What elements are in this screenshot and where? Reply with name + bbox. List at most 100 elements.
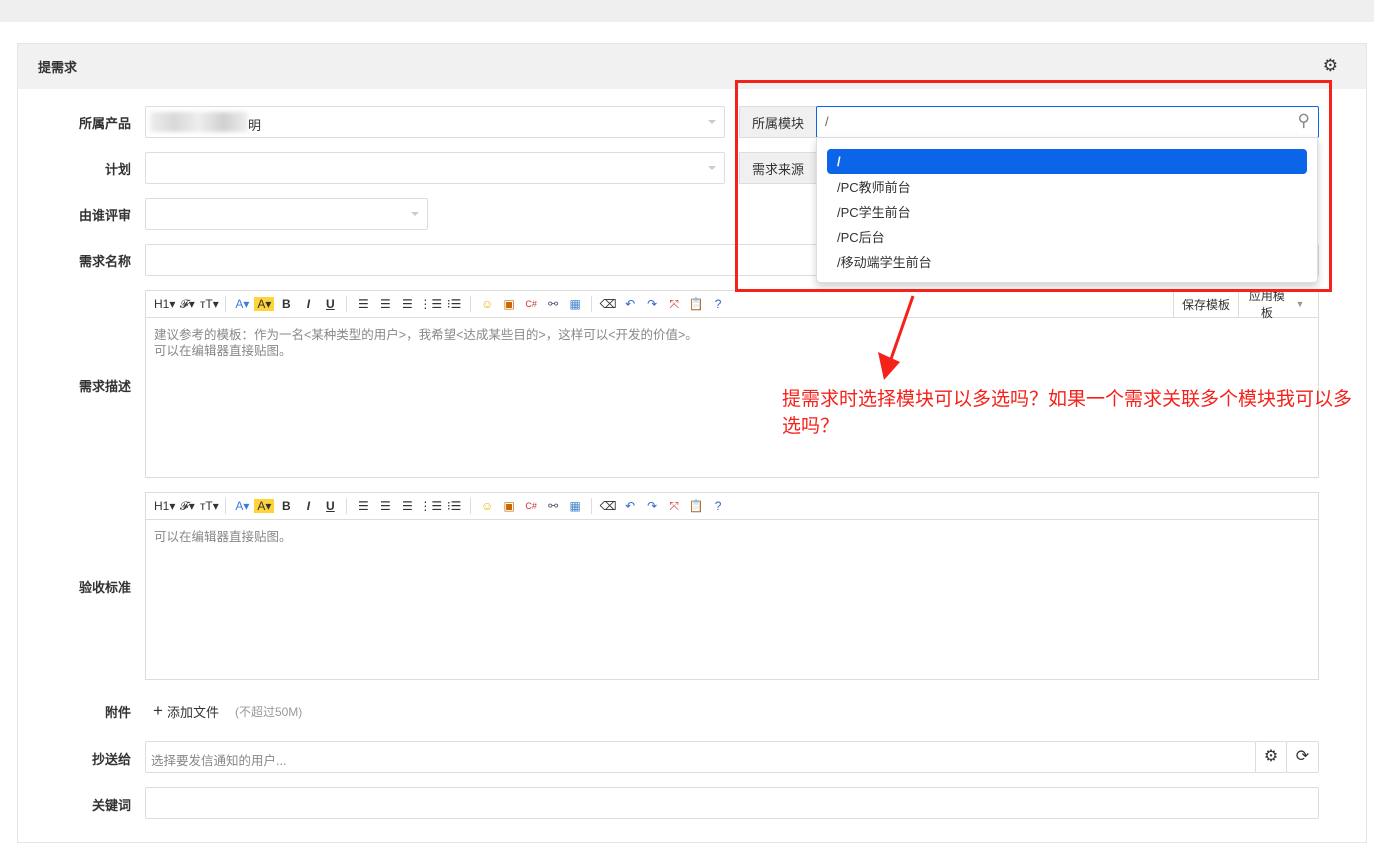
underline-button[interactable]: U bbox=[320, 297, 340, 311]
font-color-button[interactable]: A▾ bbox=[232, 499, 252, 513]
cc-user-input[interactable]: 选择要发信通知的用户... bbox=[145, 741, 1256, 773]
source-label: 需求来源 bbox=[739, 152, 817, 184]
ordered-list-icon[interactable]: ⋮☰ bbox=[419, 297, 442, 311]
fullscreen-icon[interactable]: ⤧ bbox=[664, 297, 684, 312]
eraser-icon[interactable]: ⌫ bbox=[598, 499, 618, 513]
module-option[interactable]: /PC后台 bbox=[827, 224, 1307, 249]
module-option[interactable]: /PC学生前台 bbox=[827, 199, 1307, 224]
link-icon[interactable]: ⚯ bbox=[543, 499, 563, 513]
save-template-button[interactable]: 保存模板 bbox=[1172, 291, 1238, 317]
emoji-icon[interactable]: ☺ bbox=[477, 499, 497, 513]
undo-icon[interactable]: ↶ bbox=[620, 297, 640, 311]
italic-button[interactable]: I bbox=[298, 297, 318, 311]
add-file-button[interactable]: + 添加文件 (不超过50M) bbox=[153, 701, 302, 721]
apply-template-label: 应用模板 bbox=[1248, 289, 1285, 320]
chevron-down-icon bbox=[411, 212, 419, 216]
underline-button[interactable]: U bbox=[320, 499, 340, 513]
redo-icon[interactable]: ↷ bbox=[642, 297, 662, 311]
table-icon[interactable]: ▦ bbox=[565, 297, 585, 311]
desc-label: 需求描述 bbox=[78, 379, 131, 394]
module-dropdown: / /PC教师前台 /PC学生前台 /PC后台 /移动端学生前台 bbox=[816, 137, 1318, 283]
link-icon[interactable]: ⚯ bbox=[543, 297, 563, 311]
unordered-list-icon[interactable]: ⁝☰ bbox=[444, 499, 464, 513]
module-search-input[interactable]: / ⚲ bbox=[816, 106, 1319, 138]
gear-icon[interactable]: ⚙ bbox=[1323, 56, 1338, 76]
verify-editor[interactable]: H1▾ 𝓕▾ тT▾ A▾ A▾ B I U ☰ ☰ ☰ ⋮☰ ⁝☰ ☺ ▣ C# ⚯ ▦ ⌫ ↶… bbox=[145, 492, 1319, 680]
redo-icon[interactable]: ↷ bbox=[642, 499, 662, 513]
chevron-down-icon bbox=[708, 120, 716, 124]
highlight-button[interactable]: A▾ bbox=[254, 499, 275, 513]
undo-icon[interactable]: ↶ bbox=[620, 499, 640, 513]
ordered-list-icon[interactable]: ⋮☰ bbox=[419, 499, 442, 513]
attach-label: 附件 bbox=[104, 705, 131, 720]
module-option[interactable]: /移动端学生前台 bbox=[827, 249, 1307, 274]
product-label: 所属产品 bbox=[78, 116, 131, 131]
eraser-icon[interactable]: ⌫ bbox=[598, 297, 618, 311]
name-label: 需求名称 bbox=[78, 254, 131, 269]
blurred-value bbox=[150, 112, 248, 132]
align-center-icon[interactable]: ☰ bbox=[375, 499, 395, 513]
keywords-input[interactable] bbox=[145, 787, 1319, 819]
annotation-arrow bbox=[878, 295, 915, 380]
module-option[interactable]: /PC教师前台 bbox=[827, 174, 1307, 199]
desc-placeholder: 建议参考的模板：作为一名<某种类型的用户>，我希望<达成某些目的>，这样可以<开… bbox=[154, 328, 698, 342]
desc-placeholder-2: 可以在编辑器直接贴图。 bbox=[154, 344, 292, 358]
apply-template-button[interactable]: 应用模板 ▼ bbox=[1238, 289, 1318, 320]
align-right-icon[interactable]: ☰ bbox=[397, 499, 417, 513]
font-button[interactable]: 𝓕▾ bbox=[177, 499, 197, 514]
unordered-list-icon[interactable]: ⁝☰ bbox=[444, 297, 464, 311]
align-left-icon[interactable]: ☰ bbox=[353, 499, 373, 513]
annotation-text: 提需求时选择模块可以多选吗？如果一个需求关联多个模块我可以多选吗？ bbox=[782, 389, 1353, 437]
editor-toolbar: H1▾ 𝓕▾ тT▾ A▾ A▾ B I U ☰ ☰ ☰ ⋮☰ ⁝☰ ☺ ▣ C# ⚯ ▦ ⌫ ↶… bbox=[146, 289, 1318, 320]
module-label: 所属模块 bbox=[739, 106, 817, 138]
verify-placeholder: 可以在编辑器直接贴图。 bbox=[154, 530, 292, 544]
help-icon[interactable]: ? bbox=[708, 297, 728, 311]
plan-select[interactable] bbox=[145, 152, 725, 184]
page-title: 提需求 bbox=[18, 44, 1366, 89]
align-center-icon[interactable]: ☰ bbox=[375, 297, 395, 311]
help-icon[interactable]: ? bbox=[708, 499, 728, 513]
bold-button[interactable]: B bbox=[276, 297, 296, 311]
paste-icon[interactable]: 📋 bbox=[686, 499, 706, 513]
cc-refresh-button[interactable]: ⟳ bbox=[1286, 741, 1319, 773]
cc-label: 抄送给 bbox=[91, 752, 131, 767]
paste-icon[interactable]: 📋 bbox=[686, 297, 706, 311]
font-size-button[interactable]: тT▾ bbox=[199, 297, 219, 311]
image-icon[interactable]: ▣ bbox=[499, 499, 519, 513]
emoji-icon[interactable]: ☺ bbox=[477, 297, 497, 311]
image-icon[interactable]: ▣ bbox=[499, 297, 519, 311]
chevron-down-icon bbox=[708, 166, 716, 170]
code-icon[interactable]: C# bbox=[521, 501, 541, 511]
align-left-icon[interactable]: ☰ bbox=[353, 297, 373, 311]
heading-button[interactable]: H1▾ bbox=[154, 499, 175, 513]
align-right-icon[interactable]: ☰ bbox=[397, 297, 417, 311]
refresh-icon: ⟳ bbox=[1295, 748, 1310, 765]
font-size-button[interactable]: тT▾ bbox=[199, 499, 219, 513]
plan-label: 计划 bbox=[104, 162, 131, 177]
heading-button[interactable]: H1▾ bbox=[154, 297, 175, 311]
add-file-label: 添加文件 bbox=[166, 704, 219, 720]
module-search-value: / bbox=[825, 114, 829, 129]
description-editor[interactable]: H1▾ 𝓕▾ тT▾ A▾ A▾ B I U ☰ ☰ ☰ ⋮☰ ⁝☰ ☺ ▣ C# ⚯ ▦ ⌫ ↶… bbox=[145, 289, 1319, 478]
fullscreen-icon[interactable]: ⤧ bbox=[664, 499, 684, 514]
file-limit-hint: (不超过50M) bbox=[234, 704, 303, 719]
cc-placeholder: 选择要发信通知的用户... bbox=[151, 754, 287, 768]
plus-icon: + bbox=[153, 701, 163, 720]
module-option[interactable]: / bbox=[827, 149, 1307, 174]
highlight-button[interactable]: A▾ bbox=[254, 297, 275, 311]
table-icon[interactable]: ▦ bbox=[565, 499, 585, 513]
product-value: 明 bbox=[248, 118, 262, 133]
font-color-button[interactable]: A▾ bbox=[232, 297, 252, 311]
editor-toolbar: H1▾ 𝓕▾ тT▾ A▾ A▾ B I U ☰ ☰ ☰ ⋮☰ ⁝☰ ☺ ▣ C# ⚯ ▦ ⌫ ↶… bbox=[146, 493, 1318, 520]
code-icon[interactable]: C# bbox=[521, 299, 541, 309]
product-select[interactable]: 明 bbox=[145, 106, 725, 138]
reviewer-select[interactable] bbox=[145, 198, 428, 230]
italic-button[interactable]: I bbox=[298, 499, 318, 513]
chevron-down-icon: ▼ bbox=[1295, 299, 1305, 309]
font-button[interactable]: 𝓕▾ bbox=[177, 297, 197, 312]
reviewer-label: 由谁评审 bbox=[78, 208, 131, 223]
cc-settings-button[interactable]: ⚙ bbox=[1255, 741, 1287, 773]
gear-icon: ⚙ bbox=[1263, 748, 1279, 765]
keywords-label: 关键词 bbox=[91, 798, 131, 813]
bold-button[interactable]: B bbox=[276, 499, 296, 513]
